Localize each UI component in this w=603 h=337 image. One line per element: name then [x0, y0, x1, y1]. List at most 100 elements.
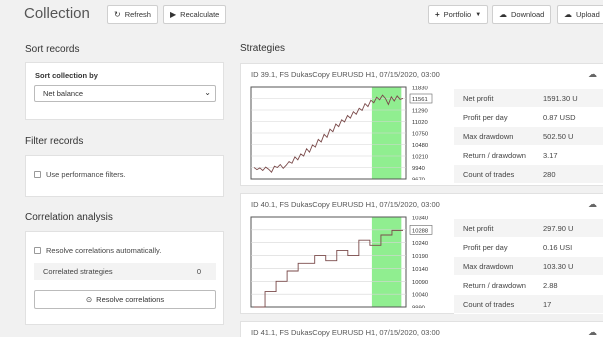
page-title: Collection: [24, 5, 90, 22]
strategy-card[interactable]: ID 39.1, FS DukasCopy EURUSD H1, 07/15/2…: [240, 63, 603, 186]
y-tick-label: 10190: [412, 254, 428, 260]
y-tick-label: 11830: [412, 86, 428, 92]
performance-filters-label: Use performance filters.: [46, 170, 126, 179]
strategy-card-header: ID 41.1, FS DukasCopy EURUSD H1, 07/15/2…: [251, 328, 440, 337]
stat-row: Count of trades 17: [454, 295, 603, 314]
stat-label: Profit per day: [463, 243, 508, 252]
strategy-card-header: ID 40.1, FS DukasCopy EURUSD H1, 07/15/2…: [251, 200, 440, 209]
stat-label: Count of trades: [463, 170, 515, 179]
stat-value: 297.90 U: [543, 224, 574, 233]
stat-value: 3.17: [543, 151, 558, 160]
y-tick-label: 10090: [412, 280, 428, 286]
strategy-card[interactable]: ID 41.1, FS DukasCopy EURUSD H1, 07/15/2…: [240, 321, 603, 337]
y-tick-label: 10040: [412, 293, 428, 299]
correlation-heading: Correlation analysis: [25, 212, 113, 223]
auto-resolve-label: Resolve correlations automatically.: [46, 246, 162, 255]
strategy-stats: Net profit 297.90 U Profit per day 0.16 US…: [454, 219, 603, 314]
stat-row: Max drawdown 502.50 U: [454, 127, 603, 146]
sort-select[interactable]: Net balance ⌄: [34, 85, 216, 102]
refresh-icon: ↻: [114, 9, 121, 19]
y-tick-label: 11561: [412, 97, 428, 103]
resolve-correlations-label: Resolve correlations: [96, 295, 165, 304]
top-bar: Collection ↻ Refresh ▶ Recalculate + Por…: [0, 0, 603, 30]
stat-label: Count of trades: [463, 300, 515, 309]
refresh-button[interactable]: ↻ Refresh: [107, 5, 158, 24]
sort-selected-value: Net balance: [43, 89, 84, 98]
y-tick-label: 11290: [412, 109, 428, 115]
stat-value: 502.50 U: [543, 132, 574, 141]
cloud-upload-icon: ☁: [564, 9, 572, 19]
stat-label: Net profit: [463, 94, 494, 103]
stat-value: 280: [543, 170, 556, 179]
performance-filters-checkbox[interactable]: [34, 171, 41, 178]
stat-label: Net profit: [463, 224, 494, 233]
y-tick-label: 11020: [412, 120, 428, 126]
chevron-down-icon: ⌄: [204, 88, 211, 97]
y-tick-label: 10288: [412, 228, 428, 234]
cloud-upload-icon[interactable]: ☁: [588, 69, 597, 80]
stat-value: 103.30 U: [543, 262, 574, 271]
stat-label: Max drawdown: [463, 132, 514, 141]
portfolio-button[interactable]: + Portfolio ▼: [428, 5, 489, 24]
correlated-strategies-label: Correlated strategies: [43, 267, 113, 276]
target-icon: ⊙: [85, 295, 93, 304]
y-tick-label: 10750: [412, 132, 428, 138]
stat-value: 0.87 USD: [543, 113, 576, 122]
balance-chart: 11830 11561 11290 11020 10750 10480 10210 9940 9…: [250, 86, 433, 181]
filter-records-heading: Filter records: [25, 136, 84, 147]
stat-row: Return / drawdown 2.88: [454, 276, 603, 295]
stat-value: 1591.30 U: [543, 94, 578, 103]
sort-label: Sort collection by: [35, 71, 98, 80]
stat-value: 0.16 USI: [543, 243, 573, 252]
stat-row: Profit per day 0.87 USD: [454, 108, 603, 127]
y-tick-label: 10140: [412, 267, 428, 273]
resolve-correlations-button[interactable]: ⊙ Resolve correlations: [34, 290, 216, 309]
download-button[interactable]: ☁ Download: [492, 5, 552, 24]
stat-label: Profit per day: [463, 113, 508, 122]
correlated-strategies-value: 0: [196, 267, 201, 276]
cloud-upload-icon[interactable]: ☁: [588, 199, 597, 210]
refresh-label: Refresh: [124, 10, 151, 19]
strategy-stats: Net profit 1591.30 U Profit per day 0.87 U…: [454, 89, 603, 184]
sort-records-heading: Sort records: [25, 44, 80, 55]
y-tick-label: 9670: [412, 178, 425, 181]
stat-label: Max drawdown: [463, 262, 514, 271]
strategy-card[interactable]: ID 40.1, FS DukasCopy EURUSD H1, 07/15/2…: [240, 193, 603, 314]
y-tick-label: 10240: [412, 241, 428, 247]
sort-panel: Sort collection by Net balance ⌄: [25, 62, 224, 120]
cloud-download-icon: ☁: [499, 9, 507, 19]
play-icon: ▶: [170, 9, 177, 19]
plus-icon: +: [435, 9, 440, 19]
portfolio-label: Portfolio: [443, 10, 472, 19]
performance-filters-option[interactable]: Use performance filters.: [34, 170, 126, 179]
stat-label: Return / drawdown: [463, 281, 526, 290]
stat-row: Net profit 1591.30 U: [454, 89, 603, 108]
auto-resolve-checkbox[interactable]: [34, 247, 41, 254]
strategy-card-header: ID 39.1, FS DukasCopy EURUSD H1, 07/15/2…: [251, 70, 440, 79]
upload-button[interactable]: ☁ Upload: [557, 5, 603, 24]
stat-value: 2.88: [543, 281, 558, 290]
recalculate-label: Recalculate: [180, 10, 220, 19]
correlated-strategies-row: Correlated strategies 0: [34, 263, 216, 280]
balance-chart: 10340 10288 10240 10190 10140 10090 10040 9990: [250, 216, 433, 309]
highlight-region: [371, 217, 402, 307]
y-tick-label: 10340: [412, 216, 428, 222]
download-label: Download: [511, 10, 545, 19]
filter-panel: Use performance filters.: [25, 155, 224, 197]
y-tick-label: 10480: [412, 143, 428, 149]
recalculate-button[interactable]: ▶ Recalculate: [163, 5, 227, 24]
stat-row: Net profit 297.90 U: [454, 219, 603, 238]
correlation-panel: Resolve correlations automatically. Corr…: [25, 231, 224, 325]
auto-resolve-option[interactable]: Resolve correlations automatically.: [34, 246, 161, 255]
stat-value: 17: [543, 300, 552, 309]
cloud-upload-icon[interactable]: ☁: [588, 327, 597, 337]
stat-row: Return / drawdown 3.17: [454, 146, 603, 165]
y-tick-label: 9940: [412, 166, 425, 172]
y-tick-label: 9990: [412, 306, 425, 309]
stat-row: Count of trades 280: [454, 165, 603, 184]
strategies-heading: Strategies: [240, 43, 286, 54]
caret-down-icon: ▼: [475, 11, 482, 18]
stat-row: Max drawdown 103.30 U: [454, 257, 603, 276]
stat-label: Return / drawdown: [463, 151, 526, 160]
stat-row: Profit per day 0.16 USI: [454, 238, 603, 257]
